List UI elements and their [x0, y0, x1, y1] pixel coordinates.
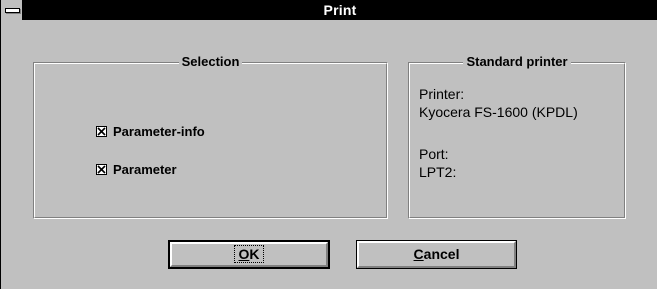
printer-value: Kyocera FS-1600 (KPDL) — [419, 104, 578, 120]
parameter-label: Parameter — [113, 161, 177, 177]
check-x-icon — [97, 126, 106, 136]
ok-button-label: OK — [234, 245, 264, 263]
check-x-icon — [97, 164, 106, 174]
parameter-checkbox-row[interactable]: Parameter — [96, 161, 177, 177]
cancel-button-label: Cancel — [413, 246, 460, 262]
print-dialog: Print Selection Parameter-info Parameter… — [0, 0, 657, 289]
ok-button[interactable]: OK — [168, 240, 330, 269]
port-label: Port: — [419, 146, 449, 162]
selection-group: Selection Parameter-info Parameter — [33, 54, 388, 219]
printer-label: Printer: — [419, 86, 465, 102]
standard-printer-group-title: Standard printer — [463, 54, 571, 69]
port-value: LPT2: — [419, 164, 457, 180]
system-menu-icon — [5, 8, 20, 13]
cancel-button[interactable]: Cancel — [356, 240, 517, 269]
selection-group-title: Selection — [178, 54, 243, 69]
title-bar[interactable]: Print — [1, 0, 657, 20]
window-title: Print — [323, 2, 357, 18]
system-menu-button[interactable] — [1, 0, 23, 20]
parameter-info-checkbox[interactable] — [96, 125, 107, 137]
parameter-info-checkbox-row[interactable]: Parameter-info — [96, 123, 205, 139]
parameter-info-label: Parameter-info — [113, 123, 205, 139]
parameter-checkbox[interactable] — [96, 163, 107, 175]
standard-printer-group: Standard printer Printer: Kyocera FS-160… — [408, 54, 626, 219]
